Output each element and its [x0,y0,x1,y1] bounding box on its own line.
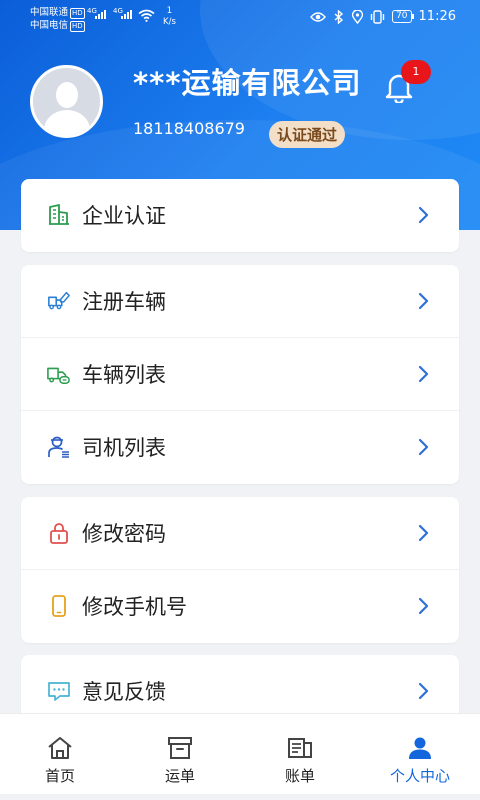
menu-label: 注册车辆 [82,290,166,314]
chevron-right-icon [418,365,429,383]
carrier-2: 中国电信 [30,20,69,31]
bottom-strip [0,794,480,800]
menu-label: 车辆列表 [82,363,166,387]
building-icon [49,204,69,225]
menu-label: 企业认证 [82,204,166,228]
avatar[interactable] [30,65,103,138]
company-name: ***运输有限公司 [133,66,362,100]
avatar-body [44,110,90,135]
avatar-head [56,82,78,108]
tab-profile[interactable]: 个人中心 [360,714,480,800]
notification-badge: 1 [401,60,431,84]
wifi-icon [138,9,155,22]
tab-label: 个人中心 [389,767,450,785]
tab-label: 首页 [44,767,75,785]
chevron-right-icon [418,206,429,224]
mobile-phone-icon [52,595,66,617]
menu-label: 修改手机号 [82,595,187,619]
menu-item-change-phone[interactable]: 修改手机号 [21,570,459,643]
lock-icon [50,523,68,544]
box-icon [168,737,192,759]
clock: 11:26 [418,9,456,24]
net-speed: 1 K/s [163,6,176,28]
battery-icon: 70 [392,10,415,23]
tab-bill[interactable]: 账单 [240,714,360,800]
signal-icon [95,10,106,19]
menu-label: 修改密码 [82,522,166,546]
status-icons: 70 11:26 [310,9,456,24]
menu-item-vehicle-list[interactable]: 车辆列表 [21,338,459,411]
menu-item-change-password[interactable]: 修改密码 [21,497,459,570]
home-icon [48,737,72,759]
user-icon [409,737,431,759]
certified-badge: 认证通过 [269,121,346,148]
net-speed-unit: K/s [163,17,176,27]
truck-register-icon [48,291,70,310]
menu-item-enterprise-cert[interactable]: 企业认证 [21,179,459,252]
driver-list-icon [48,436,69,458]
menu-item-driver-list[interactable]: 司机列表 [21,411,459,484]
chevron-right-icon [418,524,429,542]
tab-label: 运单 [164,767,195,785]
status-bar: 中国联通 HD 中国电信 HD 4G 4G 1 K/s 70 11:26 [0,0,480,36]
chevron-right-icon [418,682,429,700]
chevron-right-icon [418,438,429,456]
truck-list-icon [47,367,70,384]
phone-number: 18118408679 [133,119,245,138]
location-icon [352,9,364,24]
hd-icon: HD [70,8,85,19]
carrier-1: 中国联通 [30,7,69,18]
net-speed-value: 1 [166,6,173,16]
tab-home[interactable]: 首页 [0,714,120,800]
tab-waybill[interactable]: 运单 [120,714,240,800]
card-enterprise: 企业认证 [21,179,459,252]
menu-label: 司机列表 [82,436,166,460]
menu-label: 意见反馈 [82,680,166,704]
signal-icon [121,10,132,19]
eye-icon [310,11,327,22]
vibrate-icon [370,9,385,24]
card-vehicles: 注册车辆 车辆列表 司机列表 [21,265,459,484]
carrier-info: 中国联通 HD 中国电信 HD [30,6,85,32]
bluetooth-icon [334,9,344,24]
tab-label: 账单 [284,767,315,785]
menu-item-register-vehicle[interactable]: 注册车辆 [21,265,459,338]
bill-icon [288,738,312,758]
chevron-right-icon [418,292,429,310]
hd-icon: HD [70,21,85,32]
bottom-tab-bar: 首页 运单 账单 个人中心 [0,713,480,800]
chevron-right-icon [418,597,429,615]
card-security: 修改密码 修改手机号 [21,497,459,643]
chat-bubble-icon [48,682,70,701]
